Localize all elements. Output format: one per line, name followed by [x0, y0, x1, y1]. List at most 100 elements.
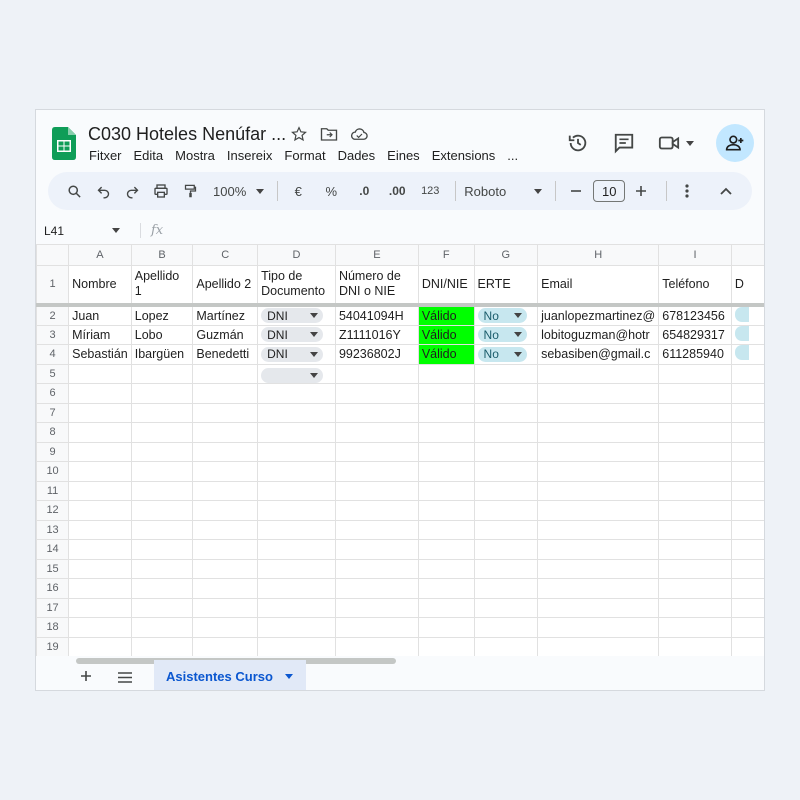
menu-extensions[interactable]: Extensions	[432, 148, 496, 163]
empty-cell[interactable]	[537, 441, 660, 462]
empty-cell[interactable]	[334, 617, 419, 638]
empty-cell[interactable]	[730, 500, 764, 521]
empty-cell[interactable]	[68, 402, 132, 423]
empty-cell[interactable]	[192, 558, 259, 579]
collapse-toolbar-icon[interactable]	[714, 179, 738, 203]
header-cell[interactable]: ERTE	[473, 265, 539, 305]
all-sheets-button[interactable]	[118, 670, 132, 688]
empty-cell[interactable]	[334, 383, 419, 404]
erte-dropdown[interactable]: No	[477, 327, 527, 343]
empty-cell[interactable]	[334, 480, 419, 501]
empty-cell[interactable]	[68, 500, 132, 521]
empty-cell[interactable]	[192, 480, 259, 501]
header-cell[interactable]: Apellido 1	[130, 265, 194, 305]
empty-cell[interactable]	[192, 519, 259, 540]
sheet-tab-asistentes-curso[interactable]: Asistentes Curso	[154, 660, 306, 690]
row-header[interactable]: 18	[36, 617, 70, 638]
empty-cell[interactable]	[417, 578, 475, 599]
cell-apellido-2[interactable]: Guzmán	[192, 324, 259, 345]
row-header[interactable]: 17	[36, 597, 70, 618]
empty-cell[interactable]	[730, 539, 764, 560]
empty-cell[interactable]	[417, 441, 475, 462]
empty-cell[interactable]	[334, 519, 419, 540]
empty-cell[interactable]	[257, 422, 336, 443]
empty-cell[interactable]	[537, 539, 660, 560]
empty-cell[interactable]	[130, 363, 194, 384]
empty-cell[interactable]	[192, 578, 259, 599]
empty-cell[interactable]	[730, 597, 764, 618]
version-history-button[interactable]	[564, 129, 592, 157]
decrease-decimal-button[interactable]: .0	[352, 179, 376, 203]
empty-cell[interactable]	[192, 461, 259, 482]
header-cell[interactable]: D	[730, 265, 764, 305]
empty-cell[interactable]	[68, 636, 132, 656]
empty-cell[interactable]	[192, 597, 259, 618]
empty-cell[interactable]	[417, 461, 475, 482]
cell-numero-dni[interactable]: Z1111016Y	[334, 324, 419, 345]
empty-cell[interactable]	[68, 422, 132, 443]
empty-cell[interactable]	[130, 402, 194, 423]
undo-icon[interactable]	[91, 179, 115, 203]
cell-telefono[interactable]: 611285940	[658, 344, 732, 365]
document-type-dropdown[interactable]: DNI	[261, 327, 324, 343]
cell-numero-dni[interactable]: 99236802J	[334, 344, 419, 365]
empty-cell[interactable]	[730, 519, 764, 540]
empty-cell[interactable]	[537, 363, 660, 384]
empty-cell[interactable]	[537, 402, 660, 423]
empty-cell[interactable]	[334, 402, 419, 423]
empty-cell[interactable]	[537, 636, 660, 656]
empty-cell[interactable]	[658, 500, 732, 521]
cell-email[interactable]: lobitoguzman@hotr	[537, 324, 660, 345]
row-header[interactable]: 3	[36, 324, 70, 345]
column-header[interactable]: B	[130, 244, 194, 266]
empty-cell[interactable]	[658, 480, 732, 501]
empty-cell[interactable]	[257, 480, 336, 501]
font-size-input[interactable]: 10	[593, 180, 626, 202]
empty-cell[interactable]	[68, 597, 132, 618]
row-header[interactable]: 9	[36, 441, 70, 462]
empty-cell[interactable]	[257, 402, 336, 423]
empty-cell[interactable]	[730, 441, 764, 462]
empty-cell[interactable]	[334, 441, 419, 462]
menu-format[interactable]: Format	[284, 148, 325, 163]
empty-cell[interactable]	[257, 597, 336, 618]
empty-cell[interactable]	[130, 480, 194, 501]
empty-cell[interactable]	[417, 617, 475, 638]
header-cell[interactable]: Teléfono	[658, 265, 732, 305]
empty-cell[interactable]	[192, 500, 259, 521]
row-header[interactable]: 5	[36, 363, 70, 384]
menu-insert[interactable]: Insereix	[227, 148, 273, 163]
cell-nombre[interactable]: Juan	[68, 304, 132, 326]
cell-tipo-documento[interactable]	[257, 363, 336, 384]
empty-cell[interactable]	[417, 636, 475, 656]
empty-cell[interactable]	[473, 500, 539, 521]
empty-cell[interactable]	[68, 363, 132, 384]
empty-cell[interactable]	[730, 578, 764, 599]
empty-cell[interactable]	[658, 519, 732, 540]
empty-cell[interactable]	[130, 597, 194, 618]
cell-nombre[interactable]: Míriam	[68, 324, 132, 345]
cell-overflow[interactable]	[730, 344, 764, 365]
empty-cell[interactable]	[192, 441, 259, 462]
cell-tipo-documento[interactable]: DNI	[257, 324, 336, 345]
row-header[interactable]: 6	[36, 383, 70, 404]
star-icon[interactable]	[290, 125, 308, 143]
empty-cell[interactable]	[658, 597, 732, 618]
empty-cell[interactable]	[658, 636, 732, 656]
header-cell[interactable]: Apellido 2	[192, 265, 259, 305]
empty-cell[interactable]	[257, 636, 336, 656]
menu-edit[interactable]: Edita	[134, 148, 164, 163]
empty-cell[interactable]	[334, 597, 419, 618]
empty-cell[interactable]	[730, 383, 764, 404]
empty-cell[interactable]	[334, 636, 419, 656]
empty-cell[interactable]	[730, 480, 764, 501]
empty-cell[interactable]	[658, 402, 732, 423]
row-header[interactable]: 2	[36, 304, 70, 326]
empty-cell[interactable]	[130, 519, 194, 540]
empty-cell[interactable]	[257, 519, 336, 540]
percent-format-button[interactable]: %	[319, 179, 343, 203]
empty-cell[interactable]	[730, 402, 764, 423]
empty-cell[interactable]	[658, 539, 732, 560]
empty-cell[interactable]	[130, 441, 194, 462]
menu-tools[interactable]: Eines	[387, 148, 420, 163]
